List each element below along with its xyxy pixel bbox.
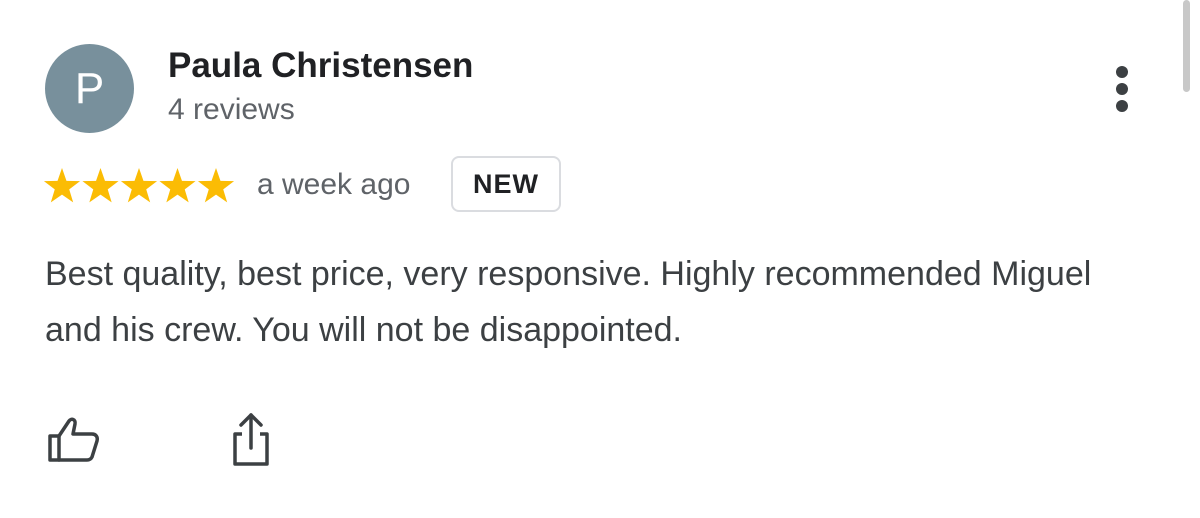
review-text: Best quality, best price, very responsiv… — [45, 255, 1092, 349]
thumb-up-icon — [48, 417, 99, 462]
new-badge-label: NEW — [473, 168, 539, 199]
more-vertical-icon-dot — [1116, 83, 1128, 95]
share-icon — [233, 413, 269, 466]
like-button[interactable] — [44, 414, 100, 464]
share-button[interactable] — [226, 410, 276, 468]
star-icon — [120, 168, 158, 203]
review-time: a week ago — [257, 168, 411, 201]
more-vertical-icon — [1116, 66, 1128, 78]
new-badge: NEW — [451, 156, 561, 212]
avatar-initial: P — [74, 63, 105, 113]
more-vertical-icon-dot — [1116, 100, 1128, 112]
star-rating — [43, 168, 235, 203]
star-icon — [43, 168, 81, 203]
star-icon — [197, 168, 235, 203]
avatar[interactable]: P — [45, 44, 134, 133]
review-card: P Paula Christensen 4 reviews a week ago… — [0, 0, 1200, 518]
more-options-button[interactable] — [1104, 64, 1140, 114]
review-count: 4 reviews — [168, 93, 295, 126]
star-icon — [82, 168, 119, 203]
scrollbar[interactable] — [1183, 0, 1190, 92]
reviewer-name[interactable]: Paula Christensen — [168, 46, 473, 86]
star-icon — [159, 168, 196, 203]
